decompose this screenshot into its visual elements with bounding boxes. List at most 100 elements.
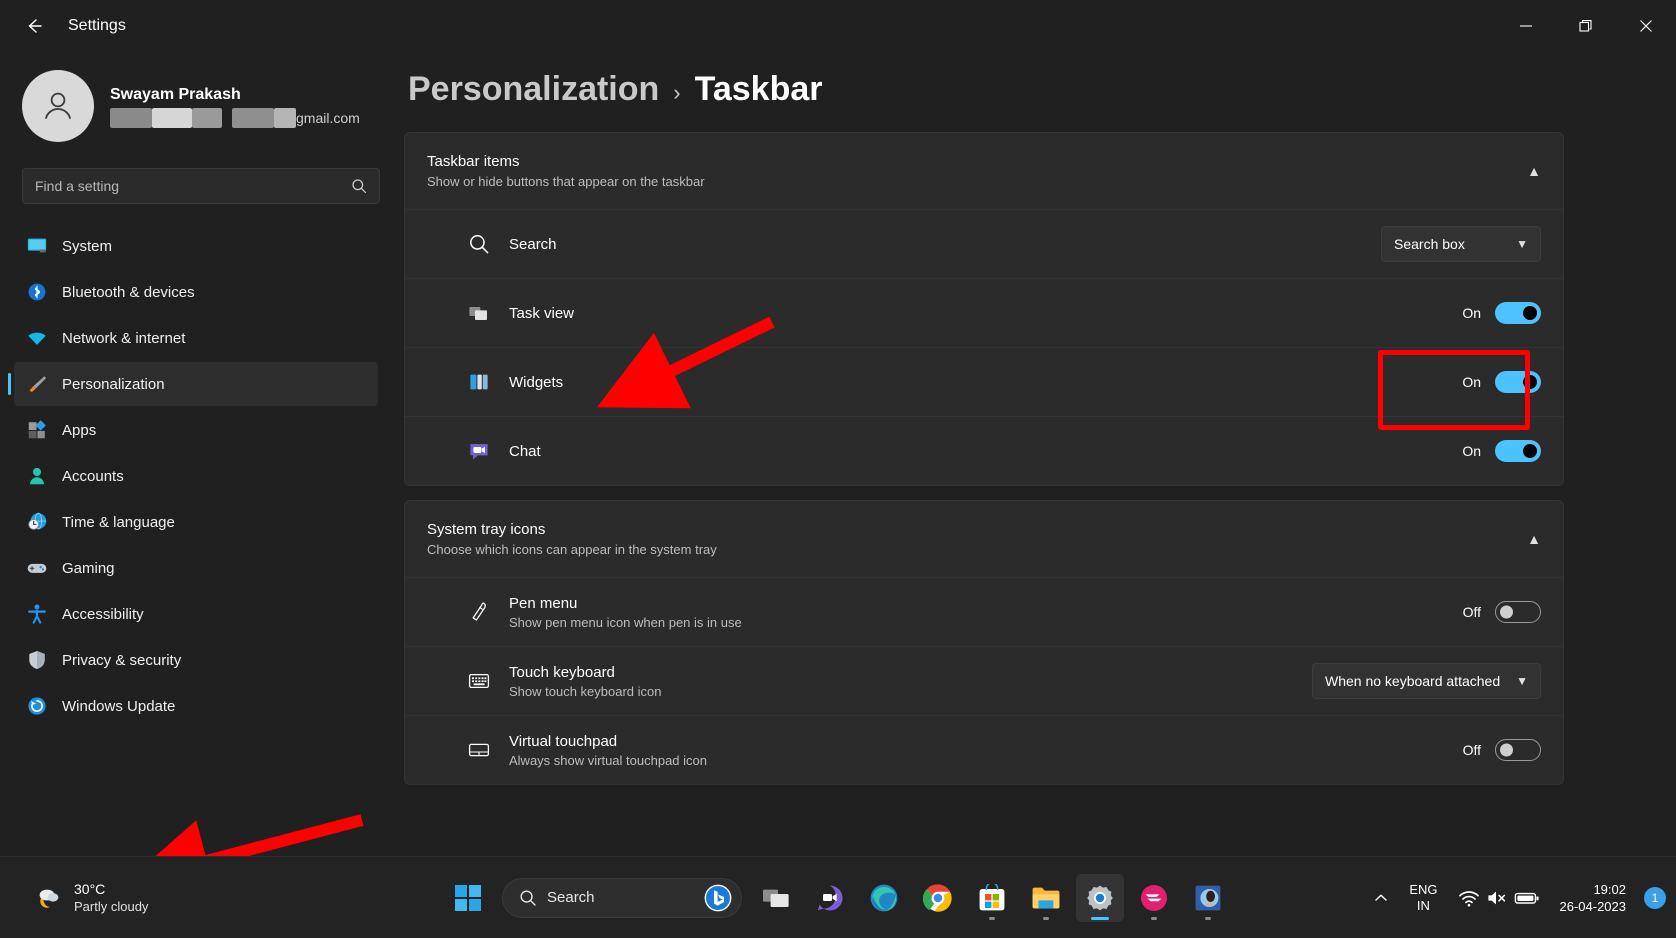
clock-button[interactable]: 19:02 26-04-2023 — [1552, 872, 1635, 924]
chat-toggle[interactable] — [1495, 440, 1541, 462]
sidebar-item-accessibility[interactable]: Accessibility — [14, 592, 378, 636]
taskbar: 30°C Partly cloudy Search ENG IN 19:02 2… — [0, 856, 1676, 938]
taskbar-items-header[interactable]: Taskbar items Show or hide buttons that … — [405, 133, 1563, 209]
row-virtual-touchpad[interactable]: Virtual touchpad Always show virtual tou… — [405, 715, 1563, 784]
toggle-knob — [1523, 444, 1537, 458]
row-texts: Virtual touchpad Always show virtual tou… — [509, 733, 1463, 768]
chevron-up-icon[interactable]: ▲ — [1527, 531, 1541, 547]
breadcrumb-parent[interactable]: Personalization — [408, 70, 659, 109]
profile-email-suffix: gmail.com — [296, 110, 360, 126]
sidebar-item-apps[interactable]: Apps — [14, 408, 378, 452]
user-profile[interactable]: Swayam Prakash gmail.com — [0, 52, 400, 142]
sidebar-item-windows-update[interactable]: Windows Update — [14, 684, 378, 728]
sidebar-item-system[interactable]: System — [14, 224, 378, 268]
clock-date: 26-04-2023 — [1559, 898, 1627, 914]
taskbar-app-pink-button[interactable] — [1130, 874, 1178, 922]
sidebar-item-label: Privacy & security — [62, 651, 182, 669]
weather-texts: 30°C Partly cloudy — [74, 880, 148, 916]
system-tray-icons-header[interactable]: System tray icons Choose which icons can… — [405, 501, 1563, 577]
minimize-button[interactable] — [1496, 0, 1556, 52]
taskbar-settings-button[interactable] — [1076, 873, 1124, 922]
taskbar-search-box[interactable]: Search — [502, 877, 742, 918]
section-subtitle: Choose which icons can appear in the sys… — [427, 542, 717, 557]
update-icon — [28, 697, 46, 715]
row-subtitle: Always show virtual touchpad icon — [509, 752, 707, 768]
sidebar-item-time-language[interactable]: Time & language — [14, 500, 378, 544]
pen-menu-toggle[interactable] — [1495, 601, 1541, 623]
search-mode-dropdown[interactable]: Search box ▼ — [1381, 226, 1541, 262]
taskbar-task-view-button[interactable] — [752, 874, 800, 922]
quick-settings-button[interactable] — [1450, 872, 1548, 924]
redacted-block — [192, 108, 222, 128]
sidebar-item-label: Personalization — [62, 375, 165, 393]
redacted-block — [110, 108, 152, 128]
back-button[interactable] — [12, 8, 56, 44]
close-button[interactable] — [1616, 0, 1676, 52]
toggle-knob — [1500, 605, 1513, 619]
taskbar-microsoft-store-button[interactable] — [968, 874, 1016, 922]
redacted-block — [152, 108, 192, 128]
main-content: Personalization › Taskbar Taskbar items … — [400, 52, 1676, 824]
notification-badge[interactable]: 1 — [1644, 886, 1666, 909]
sidebar-item-gaming[interactable]: Gaming — [14, 546, 378, 590]
sidebar-item-accounts[interactable]: Accounts — [14, 454, 378, 498]
sidebar-item-label: Apps — [62, 421, 97, 439]
toggle-knob — [1523, 375, 1537, 389]
settings-icon — [1087, 885, 1113, 910]
chrome-icon — [923, 884, 952, 912]
row-texts: Touch keyboard Show touch keyboard icon — [509, 664, 1312, 699]
sidebar-item-network-internet[interactable]: Network & internet — [14, 316, 378, 360]
shield-icon — [29, 651, 45, 669]
row-texts: Pen menu Show pen menu icon when pen is … — [509, 595, 1463, 630]
title-bar: Settings — [0, 0, 1676, 52]
row-title: Pen menu — [509, 594, 578, 612]
pen-icon — [472, 602, 486, 621]
sidebar-item-personalization[interactable]: Personalization — [8, 362, 378, 406]
breadcrumb: Personalization › Taskbar — [400, 52, 1676, 132]
windows-logo-icon — [455, 884, 481, 911]
row-chat[interactable]: Chat On — [405, 416, 1563, 485]
start-button[interactable] — [444, 874, 492, 922]
person-icon — [30, 467, 44, 485]
tray-overflow-button[interactable] — [1365, 872, 1397, 924]
taskbar-edge-button[interactable] — [860, 874, 908, 922]
language-indicator[interactable]: ENG IN — [1401, 872, 1445, 924]
taskbar-chat-button[interactable] — [806, 874, 854, 922]
profile-email: gmail.com — [110, 108, 360, 128]
language-texts: ENG IN — [1409, 882, 1437, 914]
chevron-up-icon[interactable]: ▲ — [1527, 163, 1541, 179]
sidebar-item-label: Accessibility — [62, 605, 144, 623]
taskbar-search-label: Search — [547, 889, 595, 906]
sidebar-item-bluetooth-devices[interactable]: Bluetooth & devices — [14, 270, 378, 314]
weather-widget-button[interactable]: 30°C Partly cloudy — [24, 874, 158, 922]
section-title: System tray icons — [427, 521, 546, 538]
sidebar-item-label: Time & language — [62, 513, 175, 531]
row-task-view[interactable]: Task view On — [405, 278, 1563, 347]
section-title: Taskbar items — [427, 153, 520, 170]
row-search[interactable]: Search Search box ▼ — [405, 209, 1563, 278]
widgets-icon — [470, 374, 488, 390]
touch-keyboard-dropdown[interactable]: When no keyboard attached ▼ — [1311, 663, 1541, 699]
system-tray-icons-section: System tray icons Choose which icons can… — [404, 500, 1564, 785]
bing-chat-icon[interactable] — [703, 883, 733, 913]
row-pen-menu[interactable]: Pen menu Show pen menu icon when pen is … — [405, 577, 1563, 646]
restore-button[interactable] — [1556, 0, 1616, 52]
taskbar-app-photo-button[interactable] — [1184, 874, 1232, 922]
page-title: Taskbar — [694, 70, 823, 108]
task-view-toggle[interactable] — [1495, 302, 1541, 324]
row-widgets[interactable]: Widgets On — [405, 347, 1563, 416]
widgets-toggle[interactable] — [1495, 371, 1541, 393]
settings-window: Settings Swayam Prakash gmail.com Find a… — [0, 0, 1676, 938]
search-setting-box[interactable] — [22, 168, 380, 204]
language-code: ENG — [1409, 881, 1438, 897]
active-indicator — [1091, 916, 1109, 920]
sidebar-item-label: Gaming — [62, 559, 115, 577]
taskbar-file-explorer-button[interactable] — [1022, 874, 1070, 922]
virtual-touchpad-toggle[interactable] — [1495, 739, 1541, 761]
taskbar-chrome-button[interactable] — [914, 874, 962, 922]
clock-time: 19:02 — [1593, 881, 1626, 897]
search-input[interactable] — [35, 178, 351, 194]
toggle-state-label: Off — [1462, 604, 1481, 620]
row-touch-keyboard[interactable]: Touch keyboard Show touch keyboard icon … — [405, 646, 1563, 715]
sidebar-item-privacy-security[interactable]: Privacy & security — [14, 638, 378, 682]
